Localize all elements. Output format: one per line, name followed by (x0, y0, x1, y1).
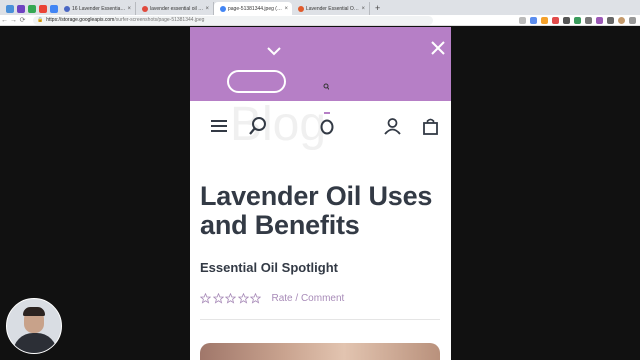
lock-icon: 🔒 (37, 16, 44, 23)
hamburger-menu-icon[interactable] (210, 118, 228, 134)
pinned-tab-icon[interactable] (6, 4, 14, 13)
browser-tab-strip: 16 Lavender Essential Oil Ben × lavender… (0, 0, 640, 15)
tab-favicon-icon (220, 5, 226, 12)
close-tab-icon[interactable]: × (361, 6, 365, 12)
close-icon[interactable] (431, 41, 445, 55)
extension-icon[interactable] (541, 16, 548, 24)
webcam-hair (23, 307, 45, 316)
webcam-overlay (6, 298, 62, 354)
divider (200, 319, 440, 320)
browser-tab[interactable]: 16 Lavender Essential Oil Ben × (58, 2, 136, 15)
cart-icon[interactable] (423, 118, 438, 135)
reload-button[interactable]: ⟳ (18, 16, 27, 24)
browser-tab[interactable]: Lavender Essential Oil Benefi × (292, 2, 370, 15)
extensions-bar (515, 16, 636, 24)
page-title: Lavender Oil Uses and Benefits (200, 181, 433, 240)
extension-icon[interactable] (563, 16, 570, 24)
url-host: https://storage.googleapis.com (46, 16, 115, 23)
extension-icon[interactable] (552, 16, 559, 24)
star-icon[interactable] (200, 293, 211, 304)
browser-tab[interactable]: lavender essential oil benefits × (136, 2, 214, 15)
header-ghost-text: Blog (230, 98, 327, 151)
search-icon[interactable] (249, 117, 267, 135)
page-subtitle: Essential Oil Spotlight (200, 260, 338, 275)
extension-icon[interactable] (596, 16, 603, 24)
rating-row: Rate / Comment (200, 293, 344, 304)
address-bar[interactable]: 🔒 https://storage.googleapis.com/surfer-… (33, 15, 433, 25)
star-icon[interactable] (250, 293, 261, 304)
account-icon[interactable] (384, 118, 401, 135)
close-tab-icon[interactable]: × (205, 6, 209, 12)
mobile-page: Blog Lavender Oil Uses and Benefits Esse… (190, 27, 451, 360)
tab-title: Lavender Essential Oil Benefi (306, 5, 359, 12)
browser-tab-active[interactable]: page-51381344.jpeg (782×1 × (214, 2, 292, 15)
extension-icon[interactable] (585, 16, 592, 24)
tab-favicon-icon (64, 5, 70, 12)
browser-toolbar: ← → ⟳ 🔒 https://storage.googleapis.com/s… (0, 15, 640, 26)
extension-icon[interactable] (530, 16, 537, 24)
close-tab-icon[interactable]: × (127, 6, 131, 12)
webcam-body (13, 333, 57, 353)
extensions-menu-icon[interactable] (607, 16, 614, 24)
pinned-tab-icon[interactable] (28, 4, 36, 13)
chevron-down-icon[interactable] (266, 43, 282, 59)
bookmark-star-icon[interactable] (519, 16, 526, 24)
pinned-tab-icon[interactable] (50, 4, 58, 13)
promo-banner (190, 27, 451, 101)
browser-menu-icon[interactable] (629, 16, 636, 24)
profile-avatar[interactable] (618, 16, 625, 24)
close-tab-icon[interactable]: × (284, 6, 288, 12)
extension-icon[interactable] (574, 16, 581, 24)
new-tab-button[interactable]: + (375, 2, 380, 15)
star-icon[interactable] (237, 293, 249, 304)
star-icon[interactable] (225, 293, 236, 304)
article-hero-image (200, 343, 440, 360)
tab-title: page-51381344.jpeg (782×1 (228, 5, 283, 12)
tab-favicon-icon (142, 5, 148, 12)
forward-button[interactable]: → (9, 17, 18, 24)
rate-comment-link[interactable]: Rate / Comment (272, 293, 345, 304)
site-header: Blog (190, 98, 451, 151)
tab-title: 16 Lavender Essential Oil Ben (72, 5, 125, 12)
brand-logo-icon[interactable] (319, 111, 335, 137)
star-icon[interactable] (212, 293, 224, 304)
pinned-tab-icon[interactable] (17, 4, 25, 13)
browser-viewport: Blog Lavender Oil Uses and Benefits Esse… (0, 27, 640, 360)
url-path: /surfer-screenshots/page-51381344.jpeg (114, 16, 205, 23)
gmail-icon[interactable] (39, 4, 47, 13)
promo-button[interactable] (227, 70, 286, 93)
back-button[interactable]: ← (0, 17, 9, 24)
tab-title: lavender essential oil benefits (150, 5, 204, 12)
tab-favicon-icon (298, 5, 304, 12)
mouse-cursor-icon (323, 83, 329, 90)
